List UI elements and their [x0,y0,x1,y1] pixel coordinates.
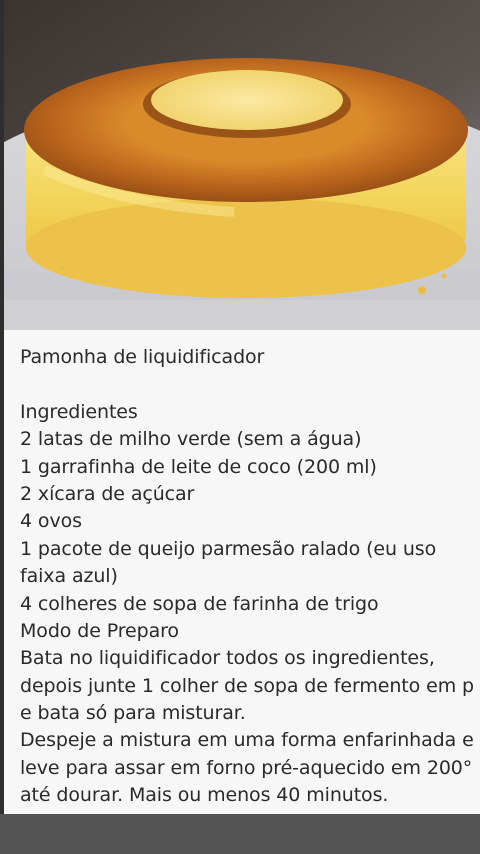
ingredient-line: 4 ovos [20,510,82,533]
screenshot-frame: Pamonha de liquidificador Ingredientes 2… [0,0,480,854]
method-line: leve para assar em forno pré-aquecido em… [20,756,473,779]
ingredient-line: 4 colheres de sopa de farinha de trigo [20,592,379,615]
ingredient-line: 1 pacote de queijo parmesão ralado (eu u… [20,537,437,560]
method-line: e bata só para misturar. [20,702,246,725]
recipe-text: Pamonha de liquidificador Ingredientes 2… [20,344,480,810]
method-line: Bata no liquidificador todos os ingredie… [20,647,435,670]
ingredient-line: faixa azul) [20,565,118,588]
method-line: até dourar. Mais ou menos 40 minutos. [20,784,389,807]
cake-photo [4,0,480,330]
bottom-bar [0,814,480,854]
recipe-card: Pamonha de liquidificador Ingredientes 2… [4,330,480,814]
method-line: Despeje a mistura em uma forma enfarinha… [20,729,474,752]
recipe-title: Pamonha de liquidificador [20,346,265,368]
pamonha-cake-image [4,0,480,330]
method-heading: Modo de Preparo [20,619,179,642]
method-line: depois junte 1 colher de sopa de ferment… [20,674,475,697]
ingredient-line: 1 garrafinha de leite de coco (200 ml) [20,455,377,478]
ingredient-line: 2 latas de milho verde (sem a água) [20,428,362,451]
ingredients-heading: Ingredientes [20,400,138,423]
ingredient-line: 2 xícara de açúcar [20,482,195,505]
